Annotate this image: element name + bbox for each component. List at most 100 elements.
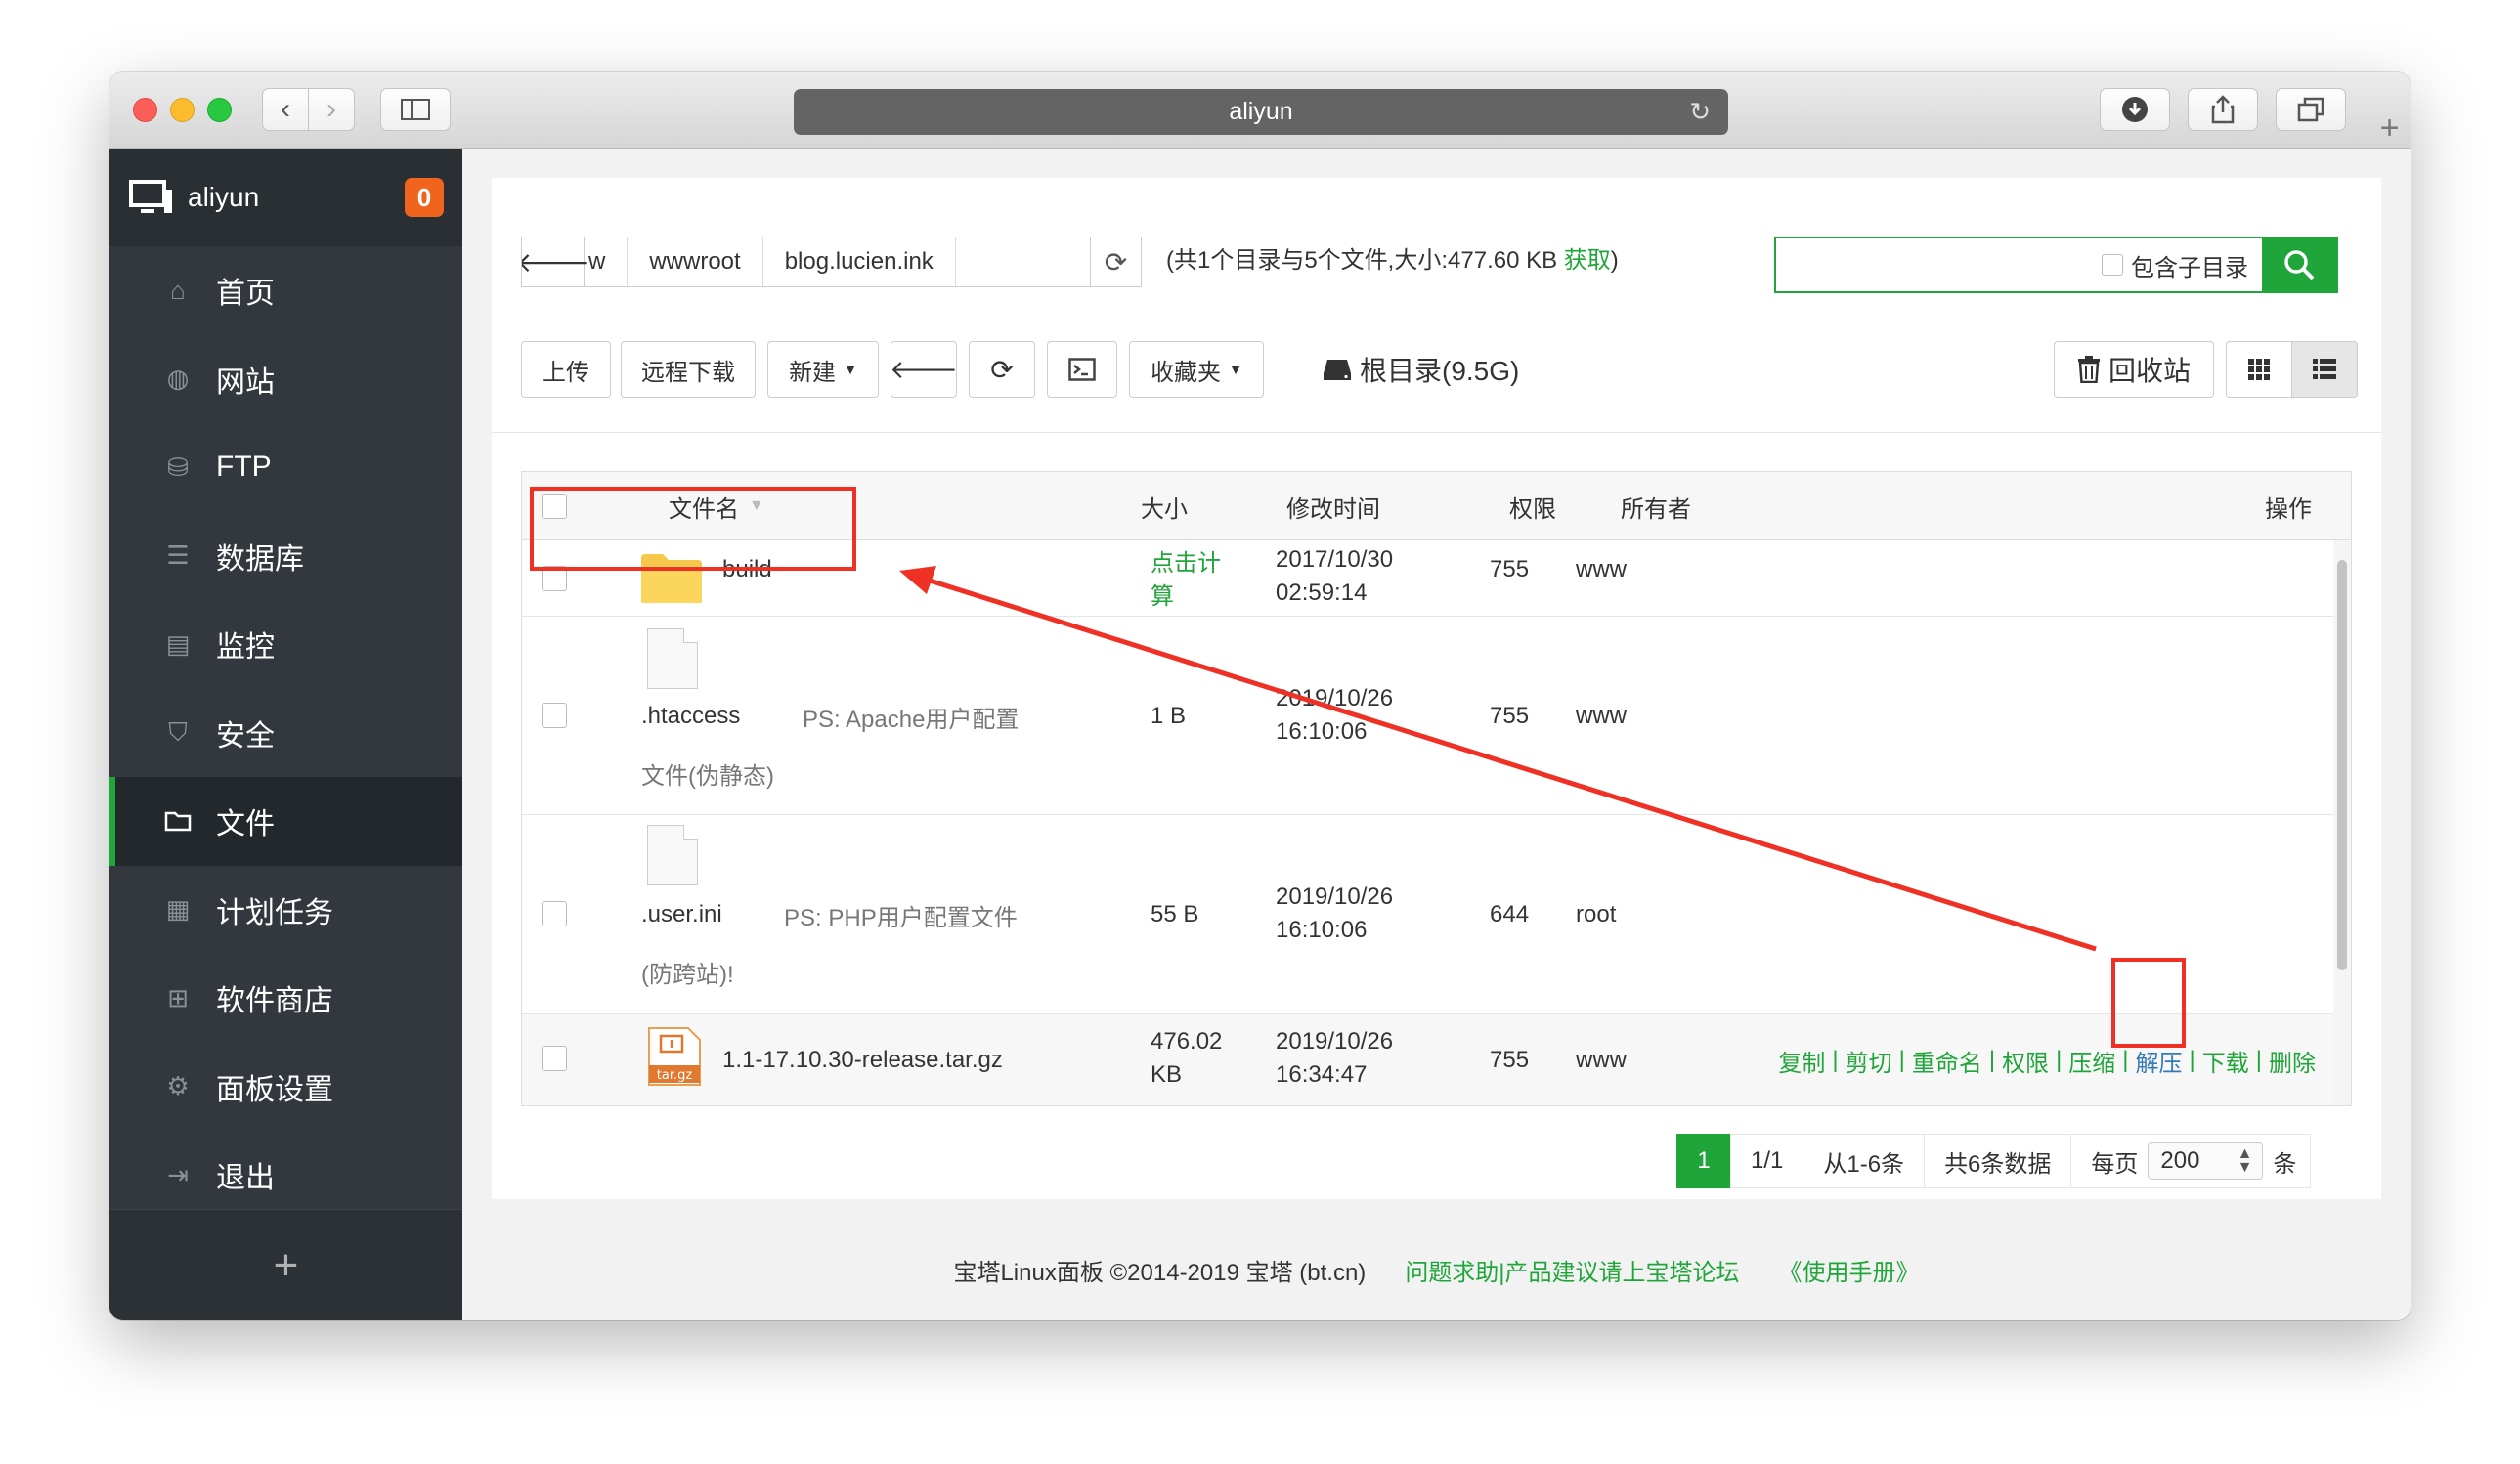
- reload-icon[interactable]: ↻: [1689, 97, 1711, 127]
- new-tab-button[interactable]: +: [2368, 108, 2411, 149]
- sidebar-item-store[interactable]: ⊞ 软件商店: [109, 954, 462, 1043]
- breadcrumb-item[interactable]: wwwroot: [628, 237, 763, 286]
- cut-link[interactable]: 剪切: [1846, 1044, 1892, 1078]
- forum-link[interactable]: 问题求助|产品建议请上宝塔论坛: [1405, 1253, 1739, 1287]
- recycle-bin-button[interactable]: 回收站: [2054, 341, 2214, 398]
- arrow-left-icon: 🡐: [890, 354, 958, 384]
- per-page-select[interactable]: 200 ▲ ▼: [2148, 1142, 2264, 1180]
- sidebar-item-database[interactable]: ☰ 数据库: [109, 512, 462, 601]
- include-subdir-checkbox[interactable]: [2102, 254, 2123, 276]
- sidebar-item-settings[interactable]: ⚙ 面板设置: [109, 1043, 462, 1132]
- tabs-overview-button[interactable]: [2276, 88, 2346, 131]
- minimize-window-button[interactable]: [170, 98, 195, 122]
- sidebar-item-monitor[interactable]: ▤ 监控: [109, 600, 462, 689]
- download-link[interactable]: 下载: [2202, 1044, 2249, 1078]
- copy-link[interactable]: 复制: [1778, 1044, 1825, 1078]
- scrollbar-thumb[interactable]: [2337, 560, 2347, 970]
- sidebar-item-logout[interactable]: ⇥ 退出: [109, 1131, 462, 1220]
- table-scrollbar[interactable]: [2333, 540, 2351, 1105]
- favorites-dropdown-button[interactable]: 收藏夹 ▼: [1129, 341, 1264, 398]
- rename-link[interactable]: 重命名: [1912, 1044, 1982, 1078]
- tabs-icon: [2297, 97, 2324, 122]
- address-bar[interactable]: aliyun ↻: [794, 89, 1728, 135]
- get-size-link[interactable]: 获取: [1564, 247, 1611, 274]
- sidebar-item-website[interactable]: ◍ 网站: [109, 335, 462, 424]
- server-name: aliyun: [188, 182, 260, 212]
- share-button[interactable]: [2188, 88, 2258, 131]
- page-current[interactable]: 1: [1676, 1134, 1731, 1188]
- perm-value[interactable]: 755: [1490, 697, 1529, 736]
- table-row[interactable]: tar.gz 1.1-17.10.30-release.tar.gz 476.0…: [522, 1014, 2335, 1105]
- list-view-button[interactable]: [2291, 341, 2358, 398]
- plus-icon: +: [273, 1240, 299, 1289]
- list-icon: [2313, 359, 2336, 379]
- copyright-text: 宝塔Linux面板 ©2014-2019 宝塔 (bt.cn): [953, 1259, 1367, 1286]
- forward-button[interactable]: ›: [308, 88, 355, 131]
- file-name[interactable]: .user.ini: [641, 895, 722, 934]
- sidebar-add-button[interactable]: +: [109, 1209, 462, 1320]
- include-subdir-option[interactable]: 包含子目录: [2102, 248, 2248, 282]
- row-checkbox[interactable]: [542, 703, 567, 728]
- compress-link[interactable]: 压缩: [2068, 1044, 2115, 1078]
- back-button[interactable]: ‹: [262, 88, 309, 131]
- ftp-icon: ⛁: [167, 452, 189, 482]
- sidebar-item-cron[interactable]: ▦ 计划任务: [109, 866, 462, 955]
- notification-badge[interactable]: 0: [405, 178, 444, 217]
- breadcrumb-label: w: [588, 248, 606, 275]
- table-row[interactable]: .user.ini PS: PHP用户配置文件 (防跨站)! 55 B 2019…: [522, 815, 2335, 1014]
- file-name[interactable]: 1.1-17.10.30-release.tar.gz: [722, 1036, 1003, 1085]
- header-perm[interactable]: 权限: [1509, 472, 1556, 540]
- owner-value: root: [1576, 901, 1617, 927]
- path-back-button[interactable]: 🡐: [522, 237, 589, 286]
- search-input[interactable]: [1776, 238, 2069, 291]
- header-mtime[interactable]: 修改时间: [1286, 472, 1380, 540]
- perm-value[interactable]: 644: [1490, 895, 1529, 934]
- zoom-window-button[interactable]: [207, 98, 232, 122]
- owner-value: www: [1576, 556, 1627, 582]
- file-toolbar: 上传 远程下载 新建 ▼ 🡐 ⟳ 收藏夹 ▼ 根目录(9.5G) 回收站: [521, 341, 2358, 398]
- calc-size-link[interactable]: 点击计: [1151, 542, 1221, 578]
- sidebar-item-ftp[interactable]: ⛁ FTP: [109, 423, 462, 512]
- delete-link[interactable]: 删除: [2269, 1044, 2316, 1078]
- grid-view-button[interactable]: [2226, 341, 2292, 398]
- table-row[interactable]: .htaccess PS: Apache用户配置 文件(伪静态) 1 B 201…: [522, 617, 2335, 815]
- sidebar-toggle-button[interactable]: [380, 88, 451, 131]
- sidebar-item-label: 网站: [216, 366, 275, 399]
- downloads-button[interactable]: [2100, 88, 2170, 131]
- sidebar-item-files[interactable]: 文件: [109, 777, 462, 866]
- new-label: 新建: [789, 359, 837, 386]
- root-dir-button[interactable]: 根目录(9.5G): [1323, 341, 1519, 398]
- manual-link[interactable]: 《使用手册》: [1779, 1253, 1920, 1287]
- perm-value[interactable]: 755: [1490, 540, 1529, 599]
- calc-size-link-cont[interactable]: 算: [1151, 576, 1174, 611]
- go-back-button[interactable]: 🡐: [890, 341, 958, 398]
- permission-link[interactable]: 权限: [2002, 1044, 2049, 1078]
- perm-value[interactable]: 755: [1490, 1036, 1529, 1085]
- upload-button[interactable]: 上传: [521, 341, 611, 398]
- file-name[interactable]: .htaccess: [641, 697, 740, 736]
- sidebar-item-security[interactable]: ⛉ 安全: [109, 689, 462, 778]
- sidebar-item-home[interactable]: ⌂ 首页: [109, 246, 462, 335]
- header-owner[interactable]: 所有者: [1621, 472, 1691, 540]
- close-window-button[interactable]: [133, 98, 157, 122]
- sidebar-item-label: 文件: [216, 808, 275, 841]
- row-checkbox[interactable]: [542, 901, 567, 926]
- search-button[interactable]: [2262, 238, 2336, 291]
- path-refresh-button[interactable]: ⟳: [1090, 237, 1141, 286]
- breadcrumb-item[interactable]: blog.lucien.ink: [763, 237, 956, 286]
- refresh-button[interactable]: ⟳: [969, 341, 1035, 398]
- hard-drive-icon: [1324, 360, 1351, 380]
- extract-link[interactable]: 解压: [2136, 1044, 2183, 1078]
- page-count: 1/1: [1730, 1134, 1804, 1188]
- recycle-bin-label: 回收站: [2107, 356, 2191, 386]
- terminal-button[interactable]: [1047, 341, 1117, 398]
- file-note-cont: (防跨站)!: [641, 961, 734, 988]
- mtime-date: 2017/10/30: [1276, 546, 1394, 573]
- new-dropdown-button[interactable]: 新建 ▼: [767, 341, 879, 398]
- sidebar-item-label: 监控: [216, 631, 275, 665]
- header-size[interactable]: 大小: [1141, 472, 1188, 540]
- breadcrumb-item[interactable]: w: [585, 237, 629, 286]
- remote-download-button[interactable]: 远程下载: [621, 341, 756, 398]
- row-checkbox[interactable]: [542, 1046, 567, 1071]
- browser-titlebar: ‹ › aliyun ↻ +: [109, 72, 2411, 149]
